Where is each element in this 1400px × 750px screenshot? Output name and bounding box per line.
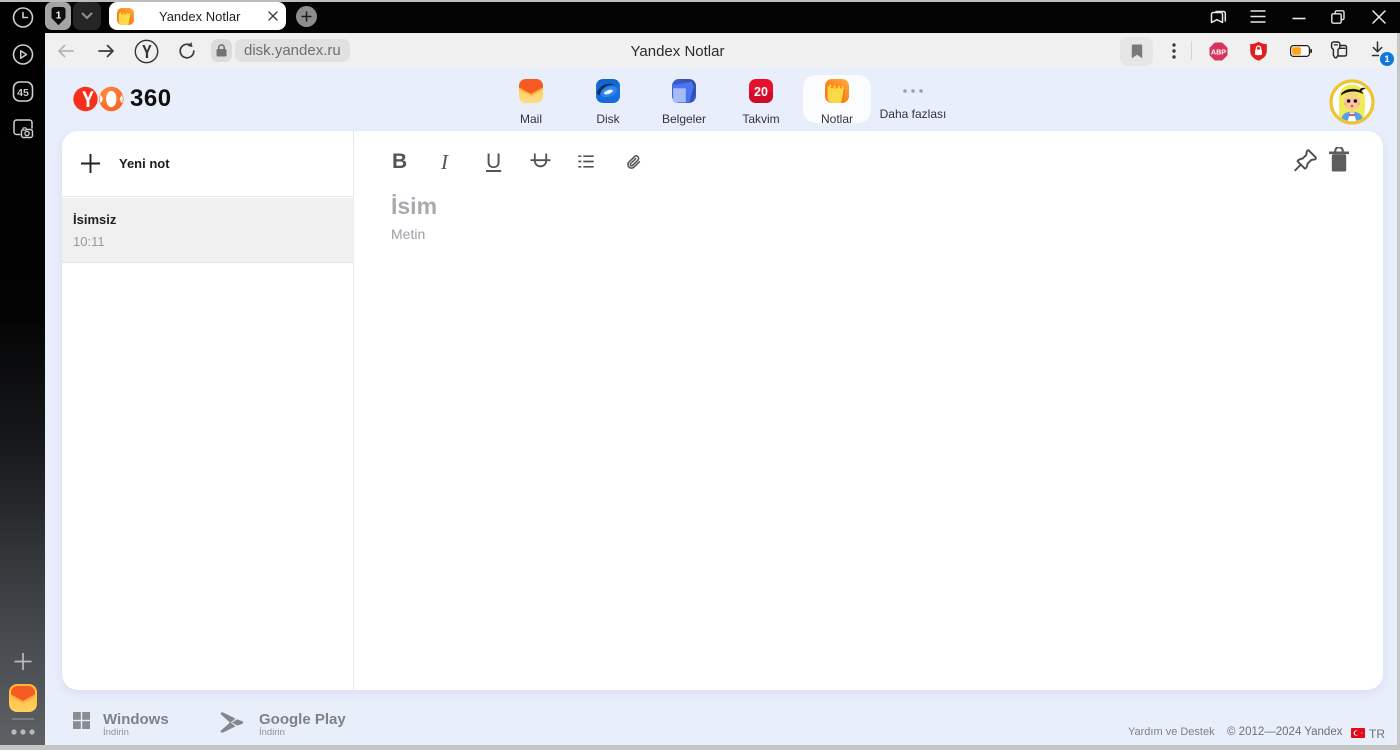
svg-text:1: 1 (55, 11, 61, 22)
svg-text:20: 20 (754, 85, 768, 99)
svg-text:ABP: ABP (1211, 47, 1226, 56)
svg-text:45: 45 (17, 87, 29, 99)
